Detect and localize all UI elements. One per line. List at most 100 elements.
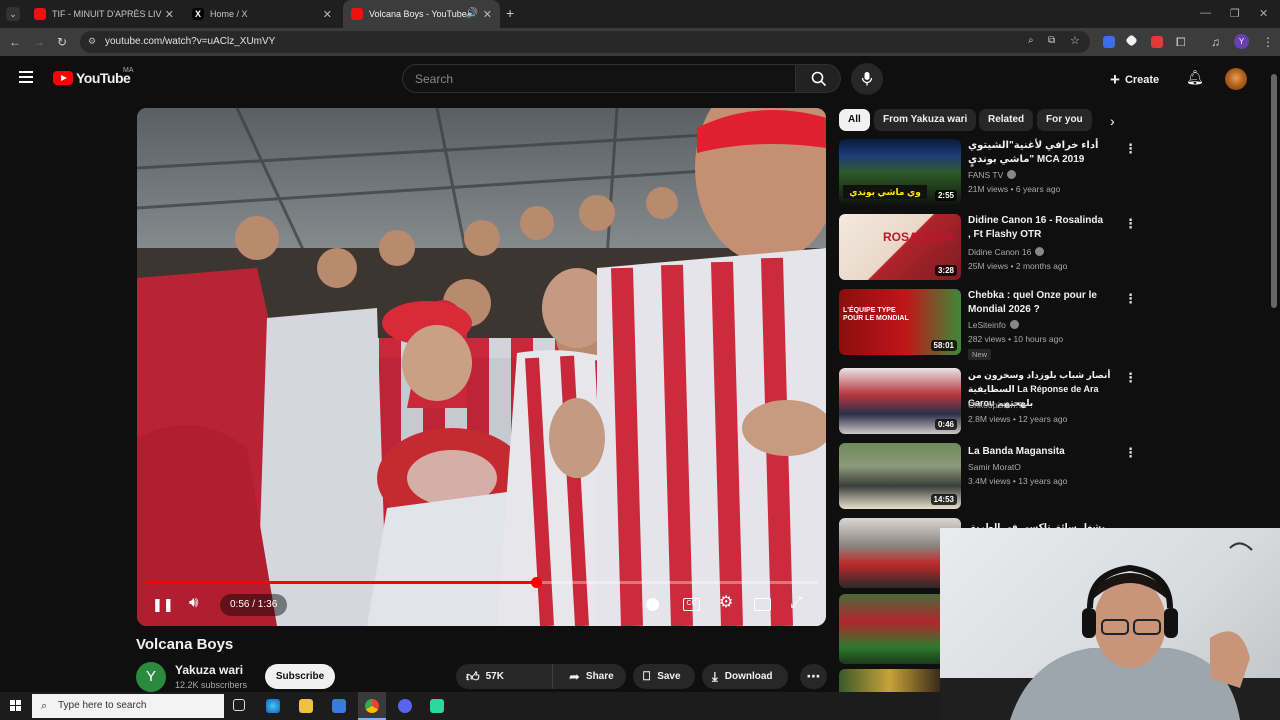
site-info-icon[interactable]: ⚙ [88,36,96,47]
tab-3[interactable]: Volcana Boys - YouTube 🔊 ✕ [343,0,500,28]
theater-mode-icon[interactable] [754,598,771,611]
recommendation-item[interactable]: وي ماشي بوندي 2:55 أداء خرافي لأغنية"الش… [839,139,1267,209]
video-title[interactable]: Didine Canon 16 - Rosalinda , Ft Flashy … [968,214,1108,242]
chip-all[interactable]: All [839,109,870,131]
profile-avatar[interactable]: Y [1234,34,1249,49]
edge-browser-icon[interactable] [266,699,280,713]
like-button[interactable]: 👍︎ 57K [456,664,553,689]
video-thumbnail[interactable]: 14:53 [839,443,961,509]
channel-name[interactable]: FANS TV [968,170,1017,180]
windows-start-icon[interactable] [10,700,22,712]
page-scrollbar[interactable] [1271,74,1277,308]
restore-button[interactable]: ❐ [1230,7,1240,20]
share-button[interactable]: ➦ Share [560,664,626,689]
chip-related[interactable]: Related [979,109,1034,131]
video-thumbnail[interactable]: ROSALINDA 3:28 [839,214,961,280]
chip-from-channel[interactable]: From Yakuza wari [874,109,977,131]
verified-check-icon [1009,320,1019,329]
fullscreen-icon[interactable]: ⤢ [790,595,802,611]
taskbar-search-input[interactable]: ⌕ Type here to search [32,694,224,718]
save-button[interactable]: ⎕ Save [633,664,695,689]
channel-name[interactable]: Yakuza wari [175,663,243,677]
discord-icon[interactable] [398,699,412,713]
new-tab-button[interactable]: + [506,5,514,21]
subscribe-button[interactable]: Subscribe [265,664,335,689]
chip-for-you[interactable]: For you [1037,109,1092,131]
address-bar[interactable]: ⚙ youtube.com/watch?v=uAClz_XUmVY ⌕ ⧉ ☆ [80,31,1090,53]
captions-icon[interactable]: CC [683,598,700,611]
autoplay-toggle-icon[interactable] [646,598,659,611]
recommendation-item[interactable]: ROSALINDA 3:28 Didine Canon 16 - Rosalin… [839,214,1267,284]
pause-icon[interactable]: ❚❚ [152,597,174,613]
video-player[interactable] [137,108,826,626]
recommendation-item[interactable]: L'ÉQUIPE TYPE POUR LE MONDIAL 58:01 Cheb… [839,289,1267,360]
audio-playing-icon[interactable]: 🔊 [466,8,478,19]
video-title[interactable]: Chebka : quel Onze pour le Mondial 2026 … [968,289,1108,317]
voice-search-button[interactable] [851,63,883,95]
video-thumbnail[interactable]: 0:46 [839,368,961,434]
chrome-menu-icon[interactable]: ⋮ [1262,36,1274,48]
more-actions-button[interactable]: ⋯ [800,664,827,689]
tab-2[interactable]: X Home / X ✕ [184,0,340,28]
create-button[interactable]: + Create [1110,70,1159,90]
close-window-button[interactable]: ✕ [1259,7,1268,20]
close-tab-icon[interactable]: ✕ [165,8,174,21]
youtube-logo[interactable]: YouTube [53,70,131,86]
seek-bar-handle[interactable] [530,577,542,588]
recommendation-item[interactable]: 14:53 La Banda Magansita Samir MoratO 3.… [839,443,1267,513]
video-thumbnail[interactable] [839,669,940,692]
video-title[interactable]: أداء خرافي لأغنية"الشيتوي ماشي بونديٍ" M… [968,139,1108,167]
app-icon[interactable] [430,699,444,713]
recommendation-item[interactable]: 0:46 أنصار شباب بلوزداد وسخرون من السطاي… [839,368,1267,438]
search-icon: ⌕ [41,700,48,712]
video-title[interactable]: La Banda Magansita [968,445,1108,459]
task-view-icon[interactable] [233,699,245,711]
extensions-puzzle-icon[interactable]: ⧠ [1176,36,1186,48]
video-title[interactable]: أيمن السرحاني يشغل سائق تاكسي في الطريق [968,520,1108,528]
tab-1[interactable]: TIF - MINUIT D'APRÈS LIVE SES ✕ [26,0,182,28]
more-vertical-icon[interactable]: ⋮ [1124,141,1137,157]
tab-title: Volcana Boys - YouTube [369,9,467,19]
channel-avatar[interactable]: Y [136,662,166,692]
more-vertical-icon[interactable]: ⋮ [1124,445,1137,461]
forward-icon[interactable]: → [33,36,45,48]
video-thumbnail[interactable] [839,594,940,664]
settings-gear-icon[interactable]: ⚙ [719,595,733,611]
close-tab-icon[interactable]: ✕ [483,8,492,21]
file-explorer-icon[interactable] [299,699,313,713]
notifications-bell-icon[interactable]: 🔔︎ [1186,69,1204,86]
volume-icon[interactable]: 🔊︎ [189,595,198,611]
zoom-icon[interactable]: ⌕ [1028,35,1034,46]
cast-icon[interactable]: ⧉ [1048,35,1055,46]
more-vertical-icon[interactable]: ⋮ [1124,291,1137,307]
video-thumbnail[interactable]: وي ماشي بوندي 2:55 [839,139,961,205]
account-avatar[interactable] [1225,68,1247,90]
close-tab-icon[interactable]: ✕ [323,8,332,21]
extension-red-icon[interactable] [1151,36,1163,48]
channel-name[interactable]: Samir MoratO [968,462,1021,472]
extension-diamond-icon[interactable] [1125,34,1138,47]
reload-icon[interactable]: ↻ [57,36,67,48]
search-button[interactable] [795,64,841,93]
channel-name[interactable]: Didine Canon 16 [968,247,1045,257]
minimize-button[interactable]: — [1200,7,1211,19]
extension-translate-icon[interactable] [1103,36,1115,48]
verified-check-icon [1007,170,1017,179]
download-button[interactable]: ⤓ Download [702,664,788,689]
video-thumbnail[interactable]: L'ÉQUIPE TYPE POUR LE MONDIAL 58:01 [839,289,961,355]
channel-name[interactable]: Chkoupistan TV [968,400,1028,410]
hamburger-menu-icon[interactable] [19,71,33,83]
tab-search-icon[interactable]: ⌄ [6,7,20,21]
channel-label: FANS TV [968,170,1004,180]
media-control-icon[interactable]: ♫ [1211,36,1220,48]
more-vertical-icon[interactable]: ⋮ [1124,370,1137,386]
video-meta: 21M views • 6 years ago [968,184,1061,194]
microsoft-store-icon[interactable] [332,699,346,713]
seek-bar[interactable] [146,577,818,588]
more-vertical-icon[interactable]: ⋮ [1124,216,1137,232]
back-icon[interactable]: ← [9,36,21,48]
channel-name[interactable]: LeSiteinfo [968,320,1019,330]
bookmark-star-icon[interactable]: ☆ [1070,34,1080,47]
chevron-right-icon[interactable]: › [1110,113,1115,129]
search-input[interactable]: Search [402,64,796,93]
